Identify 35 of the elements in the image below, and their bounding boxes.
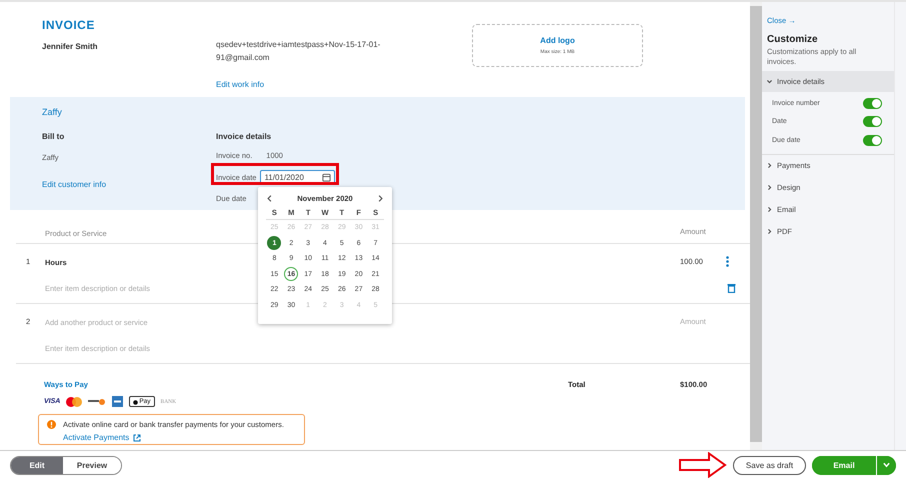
edit-work-info-link[interactable]: Edit work info bbox=[216, 80, 264, 89]
invoice-title: INVOICE bbox=[42, 18, 96, 32]
add-logo-link[interactable]: Add logo bbox=[540, 36, 575, 45]
scrollbar[interactable] bbox=[750, 6, 762, 442]
invoice-details-label: Invoice details bbox=[216, 132, 272, 141]
toggle-switch[interactable] bbox=[863, 116, 882, 128]
trash-icon[interactable] bbox=[727, 283, 736, 293]
mastercard-logo bbox=[66, 396, 82, 406]
caret-icon bbox=[883, 462, 890, 468]
arrow-annotation bbox=[679, 452, 727, 478]
previous-month-icon bbox=[266, 194, 273, 202]
email-options-button[interactable] bbox=[876, 456, 896, 474]
external-link-icon[interactable] bbox=[133, 434, 142, 442]
calendar-icon[interactable] bbox=[322, 172, 332, 182]
amex-logo bbox=[112, 396, 124, 407]
email-address: qsedev+testdrive+iamtestpass+Nov-15-17-01-91@gmail.com bbox=[216, 39, 382, 64]
chevron-icon bbox=[766, 184, 773, 191]
activate-payments-link[interactable]: Activate Payments bbox=[63, 433, 130, 442]
edit-customer-info-link[interactable]: Edit customer info bbox=[42, 180, 106, 189]
bill-to-label: Bill to bbox=[42, 132, 66, 141]
chevron-icon bbox=[766, 228, 773, 235]
warning-icon bbox=[47, 420, 56, 429]
toggle-switch[interactable] bbox=[863, 134, 882, 146]
mode-tab[interactable]: Edit bbox=[11, 456, 63, 474]
customer-name[interactable]: Zaffy bbox=[42, 107, 745, 117]
company-name: Jennifer Smith bbox=[42, 42, 99, 51]
chevron-icon bbox=[766, 162, 773, 169]
customize-title: Customize bbox=[766, 33, 819, 47]
toggle-switch[interactable] bbox=[863, 98, 882, 109]
chevron-icon bbox=[766, 206, 773, 213]
discover-logo bbox=[88, 398, 106, 406]
chevron-icon bbox=[766, 78, 773, 85]
save-as-draft-button[interactable]: Save as draft bbox=[733, 456, 806, 474]
more-options-icon[interactable] bbox=[726, 256, 729, 266]
next-month-icon bbox=[376, 194, 384, 202]
